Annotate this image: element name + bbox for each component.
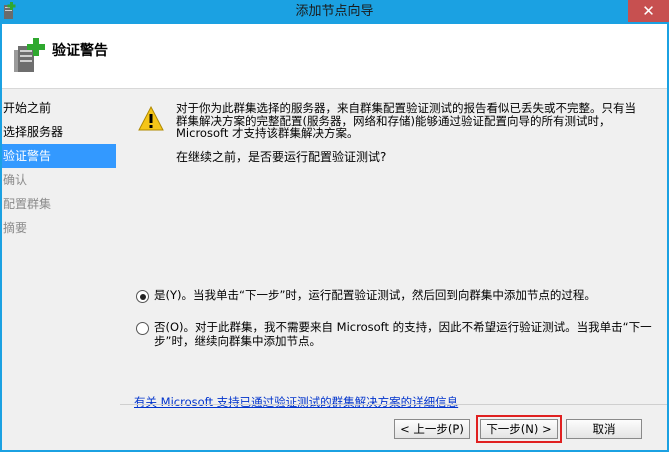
add-node-icon xyxy=(14,38,45,72)
nav-item-configure-cluster: 配置群集 xyxy=(3,197,52,211)
validation-question: 在继续之前，是否要运行配置验证测试? xyxy=(176,150,387,164)
wizard-window: 添加节点向导 ✕ 验证警告 开始之前 选择服务器 验证警告 确认 配置群集 摘要 xyxy=(0,0,669,452)
nav-item-confirmation: 确认 xyxy=(3,173,28,187)
wizard-steps-nav: 开始之前 选择服务器 验证警告 确认 配置群集 摘要 xyxy=(2,96,116,240)
title-bar[interactable]: 添加节点向导 ✕ xyxy=(0,0,669,24)
cancel-button[interactable]: 取消 xyxy=(566,419,642,439)
wizard-client-area: 验证警告 开始之前 选择服务器 验证警告 确认 配置群集 摘要 对于你为此群集选… xyxy=(2,24,667,450)
next-button[interactable]: 下一步(N) > xyxy=(476,415,562,443)
wizard-footer: < 上一步(P) 下一步(N) > 取消 xyxy=(120,404,667,451)
option-yes-label[interactable]: 是(Y)。当我单击“下一步”时，运行配置验证测试，然后回到向群集中添加节点的过程… xyxy=(154,288,654,302)
nav-item-select-servers[interactable]: 选择服务器 xyxy=(2,120,116,144)
nav-item-validation-warning[interactable]: 验证警告 xyxy=(2,144,116,168)
close-button[interactable]: ✕ xyxy=(628,0,669,22)
close-icon: ✕ xyxy=(642,2,655,20)
warning-message: 对于你为此群集选择的服务器，来自群集配置验证测试的报告看似已丢失或不完整。只有当… xyxy=(176,101,636,140)
nav-item-before-you-begin[interactable]: 开始之前 xyxy=(2,96,116,120)
window-title: 添加节点向导 xyxy=(295,4,374,19)
previous-button[interactable]: < 上一步(P) xyxy=(394,419,470,439)
option-no-radio[interactable] xyxy=(136,322,149,335)
warning-icon xyxy=(138,106,164,131)
nav-item-summary: 摘要 xyxy=(3,221,28,235)
wizard-content: 对于你为此群集选择的服务器，来自群集配置验证测试的报告看似已丢失或不完整。只有当… xyxy=(120,88,667,409)
option-no-row[interactable]: 否(O)。对于此群集，我不需要来自 Microsoft 的支持，因此不希望运行验… xyxy=(136,320,654,348)
option-yes-radio[interactable] xyxy=(136,290,149,303)
option-no-label[interactable]: 否(O)。对于此群集，我不需要来自 Microsoft 的支持，因此不希望运行验… xyxy=(154,320,654,348)
page-title: 验证警告 xyxy=(52,43,108,59)
option-yes-row[interactable]: 是(Y)。当我单击“下一步”时，运行配置验证测试，然后回到向群集中添加节点的过程… xyxy=(136,288,654,303)
wizard-header: 验证警告 xyxy=(2,24,667,89)
